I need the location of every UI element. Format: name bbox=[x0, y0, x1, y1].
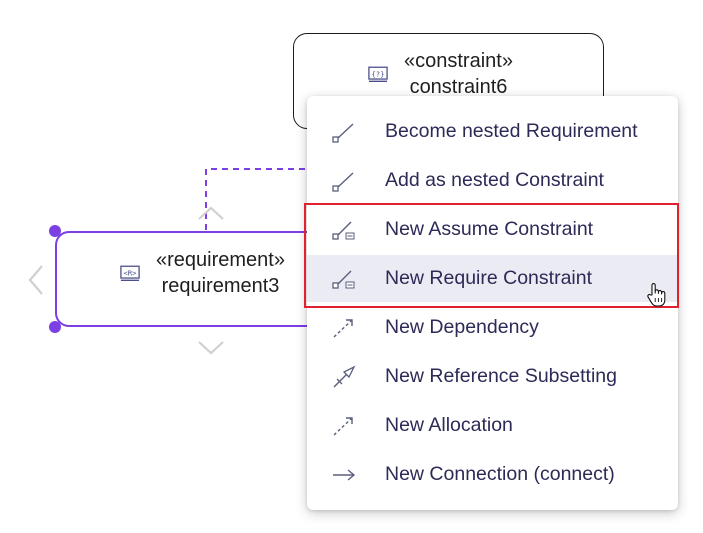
menu-item-new-reference-subsetting[interactable]: New Reference Subsetting bbox=[307, 353, 678, 400]
constraint-edge-icon bbox=[332, 221, 355, 240]
requirement-node[interactable]: <R> «requirement» requirement3 bbox=[55, 231, 325, 327]
menu-item-label: Add as nested Constraint bbox=[385, 169, 604, 191]
menu-item-label: New Require Constraint bbox=[385, 267, 593, 289]
requirement-stereotype: «requirement» bbox=[156, 249, 285, 271]
menu-item-new-assume-constraint[interactable]: New Assume Constraint bbox=[307, 206, 678, 253]
menu-item-become-nested-requirement[interactable]: Become nested Requirement bbox=[307, 108, 678, 155]
hand-cursor-icon bbox=[647, 283, 666, 307]
nested-edge-icon bbox=[332, 122, 354, 143]
dashed-arrow-icon bbox=[333, 416, 353, 436]
menu-item-label: Become nested Requirement bbox=[385, 120, 638, 142]
menu-item-label: New Allocation bbox=[385, 414, 513, 436]
chevron-left-icon[interactable] bbox=[27, 264, 45, 296]
menu-item-new-dependency[interactable]: New Dependency bbox=[307, 304, 678, 351]
resize-handle-top-left[interactable] bbox=[49, 225, 61, 237]
constraint-icon: {?} bbox=[368, 66, 388, 82]
requirement-name: requirement3 bbox=[161, 275, 280, 297]
connection-arrow-icon bbox=[333, 468, 356, 481]
nested-edge-icon bbox=[332, 171, 354, 192]
chevron-down-icon[interactable] bbox=[197, 340, 225, 356]
menu-item-new-connection[interactable]: New Connection (connect) bbox=[307, 451, 678, 498]
svg-text:{?}: {?} bbox=[371, 69, 384, 78]
requirement-icon: <R> bbox=[120, 265, 140, 281]
svg-text:<R>: <R> bbox=[123, 268, 137, 277]
context-menu: Become nested Requirement Add as nested … bbox=[307, 96, 678, 510]
menu-item-new-allocation[interactable]: New Allocation bbox=[307, 402, 678, 449]
menu-item-label: New Connection (connect) bbox=[385, 463, 615, 485]
resize-handle-bottom-left[interactable] bbox=[49, 321, 61, 333]
constraint-stereotype: «constraint» bbox=[404, 50, 513, 72]
menu-item-label: New Dependency bbox=[385, 316, 539, 338]
menu-item-label: New Assume Constraint bbox=[385, 218, 594, 240]
dashed-arrow-icon bbox=[333, 318, 353, 338]
constraint-edge-icon bbox=[332, 270, 355, 289]
menu-item-label: New Reference Subsetting bbox=[385, 365, 617, 387]
menu-item-add-nested-constraint[interactable]: Add as nested Constraint bbox=[307, 157, 678, 204]
menu-item-new-require-constraint[interactable]: New Require Constraint bbox=[307, 255, 678, 302]
reference-subsetting-icon bbox=[333, 365, 356, 387]
chevron-up-icon[interactable] bbox=[197, 205, 225, 221]
